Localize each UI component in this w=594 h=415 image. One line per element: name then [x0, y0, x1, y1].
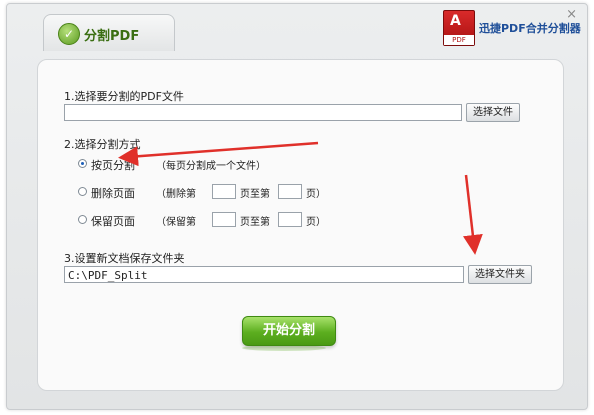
hint-mid: 页至第: [240, 189, 270, 200]
split-mode-label: 2.选择分割方式: [64, 138, 141, 151]
hint-prefix: （删除第: [156, 189, 196, 200]
keep-from-page-input[interactable]: [212, 212, 236, 227]
tab-split-pdf[interactable]: ✓ 分割PDF: [43, 14, 175, 51]
app-name: 迅捷PDF合并分割器: [479, 22, 581, 35]
output-folder-input[interactable]: C:\PDF_Split: [64, 266, 464, 283]
delete-to-page-input[interactable]: [278, 184, 302, 199]
option-label: 保留页面: [91, 215, 135, 228]
start-split-button[interactable]: 开始分割: [242, 316, 336, 346]
pdf-logo-icon: A PDF: [443, 10, 475, 46]
main-panel: 1.选择要分割的PDF文件 选择文件 2.选择分割方式 按页分割 （每页分割成一…: [37, 59, 564, 391]
radio-split-by-page[interactable]: [78, 159, 87, 168]
option-label: 删除页面: [91, 187, 135, 200]
output-folder-label: 3.设置新文档保存文件夹: [64, 252, 185, 265]
keep-to-page-input[interactable]: [278, 212, 302, 227]
tab-title: 分割PDF: [84, 29, 140, 44]
hint-suffix: 页）: [306, 189, 326, 200]
delete-from-page-input[interactable]: [212, 184, 236, 199]
app-window: × ✓ 分割PDF A PDF 迅捷PDF合并分割器 1.选择要分割的PDF文件…: [6, 3, 588, 410]
logo-sub: PDF: [444, 35, 474, 45]
leaf-icon: ✓: [58, 23, 80, 45]
hint-suffix: 页）: [306, 217, 326, 228]
option-hint: （每页分割成一个文件）: [156, 161, 266, 172]
hint-mid: 页至第: [240, 217, 270, 228]
select-file-button[interactable]: 选择文件: [466, 103, 520, 122]
pdf-file-input[interactable]: [64, 104, 462, 121]
file-select-label: 1.选择要分割的PDF文件: [64, 90, 184, 103]
option-label: 按页分割: [91, 159, 135, 172]
option-split-by-page[interactable]: 按页分割 （每页分割成一个文件）: [78, 156, 338, 172]
select-folder-button[interactable]: 选择文件夹: [468, 265, 532, 284]
logo-glyph: A: [450, 13, 461, 29]
radio-keep-pages[interactable]: [78, 215, 87, 224]
hint-prefix: （保留第: [156, 217, 196, 228]
option-keep-pages[interactable]: 保留页面 （保留第 页至第 页）: [78, 212, 338, 228]
radio-delete-pages[interactable]: [78, 187, 87, 196]
option-delete-pages[interactable]: 删除页面 （删除第 页至第 页）: [78, 184, 338, 200]
